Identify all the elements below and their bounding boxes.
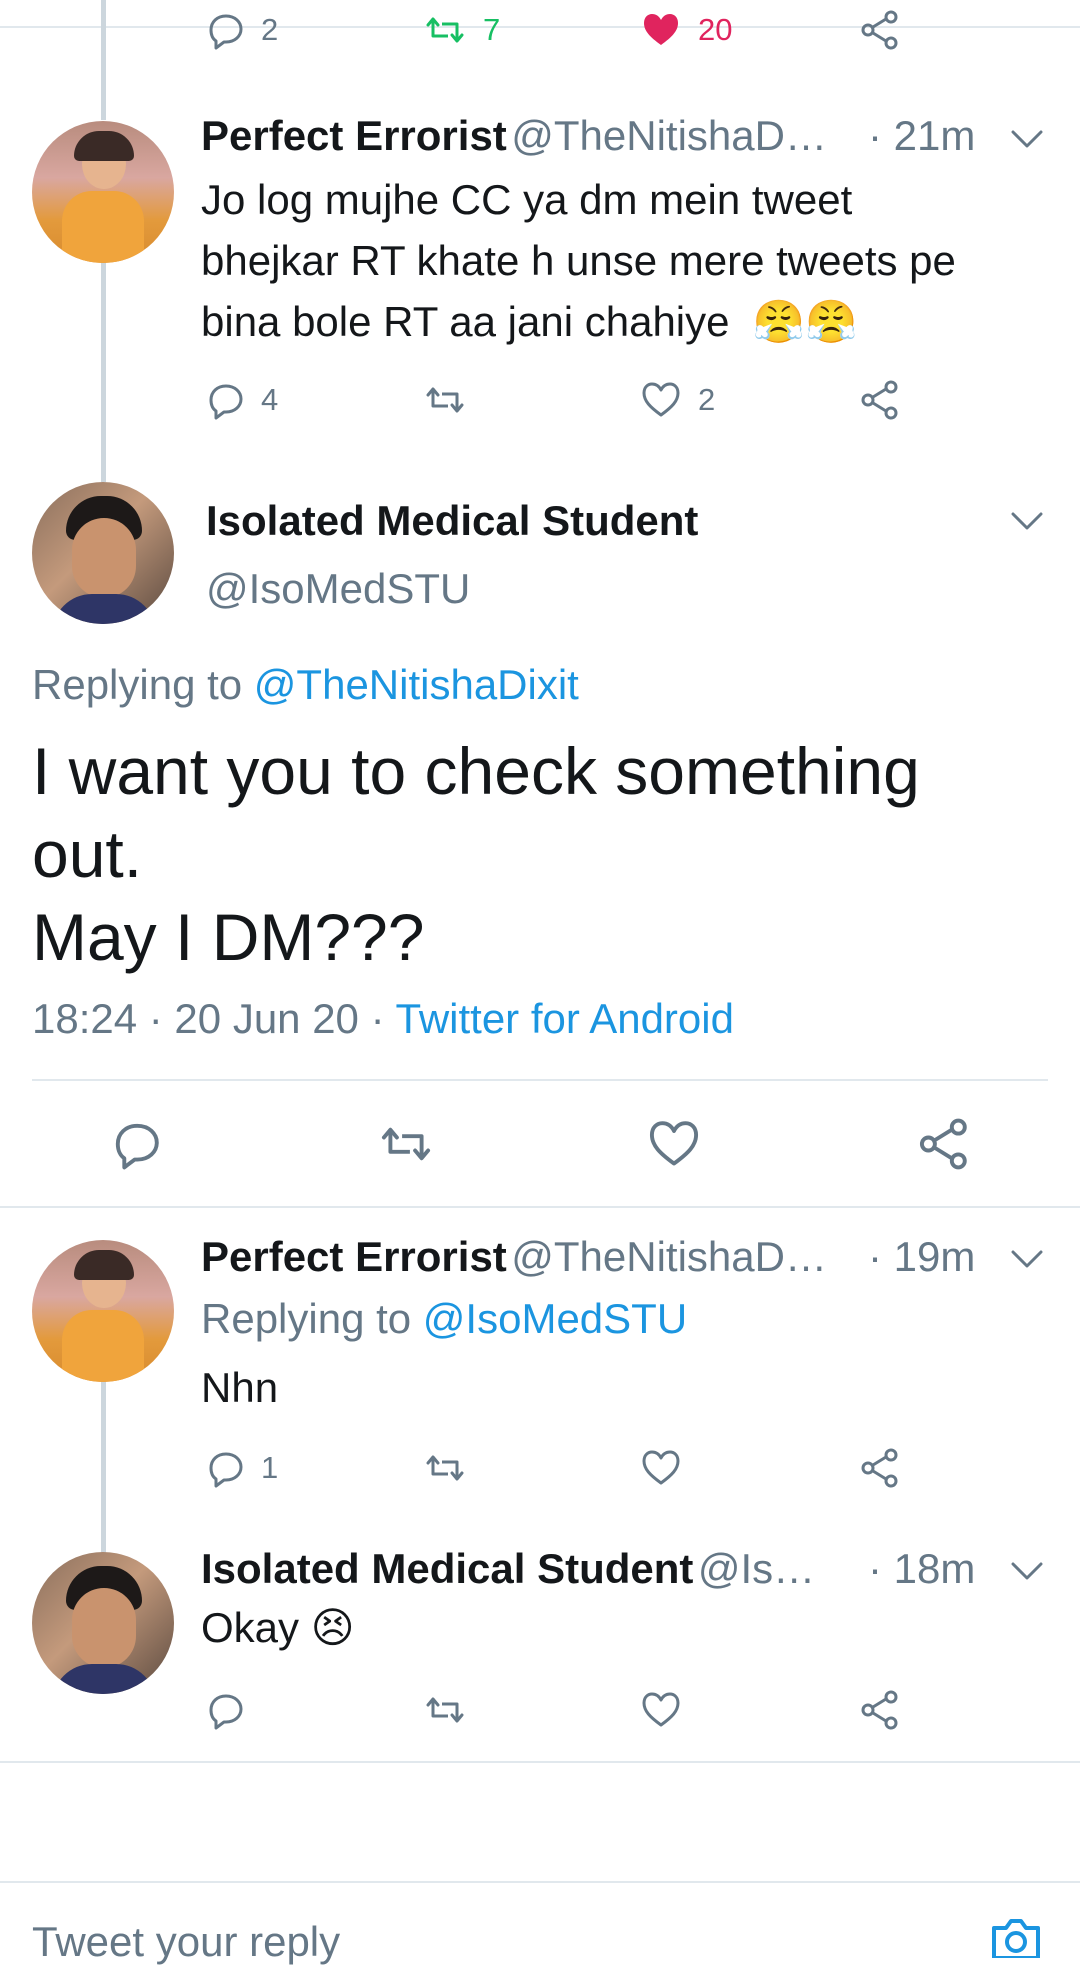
tweet-time: · 19m [868, 1233, 976, 1280]
share-icon [861, 380, 898, 420]
composer-divider [0, 1881, 1080, 1883]
share-action[interactable] [860, 1448, 900, 1488]
avatar[interactable] [32, 482, 174, 624]
thread-line [101, 0, 106, 120]
like-action[interactable] [640, 1690, 682, 1730]
reply-icon [115, 1123, 159, 1170]
camera-icon[interactable] [986, 1918, 1046, 1958]
reply-count: 4 [261, 382, 279, 417]
reply-icon [209, 384, 243, 420]
reply-icon [209, 1694, 243, 1730]
tweet-header: Isolated Medical Student @Is… [201, 1545, 815, 1593]
reply-action[interactable]: 2 [205, 10, 278, 50]
divider [32, 1079, 1048, 1081]
mention-link[interactable]: @TheNitishaDixit [254, 661, 579, 708]
like-action[interactable]: 2 [640, 380, 715, 420]
reply-action[interactable] [110, 1118, 162, 1170]
display-name[interactable]: Isolated Medical Student [206, 497, 698, 545]
like-icon [644, 14, 678, 45]
reply-input[interactable]: Tweet your reply [32, 1918, 340, 1966]
tweet-header: Perfect Errorist @TheNitishaD… [201, 112, 827, 160]
retweet-icon [426, 17, 464, 43]
timestamp: 18:24 · 20 Jun 20 · [32, 995, 396, 1042]
retweet-icon [426, 1697, 464, 1723]
tweet-text: Nhn [201, 1364, 279, 1411]
avatar[interactable] [32, 1240, 174, 1382]
reply-action[interactable]: 1 [205, 1448, 278, 1488]
user-handle[interactable]: @TheNitishaD… [511, 112, 827, 159]
replying-to: Replying to @TheNitishaDixit [32, 661, 579, 708]
retweet-count: 7 [483, 12, 501, 47]
emoji: 😤😤 [752, 298, 858, 345]
like-action[interactable]: 20 [640, 10, 732, 50]
retweet-icon [381, 1127, 431, 1161]
retweet-icon [426, 1455, 464, 1481]
avatar[interactable] [32, 121, 174, 263]
mention-link[interactable]: @IsoMedSTU [423, 1295, 687, 1342]
reply-icon [209, 1452, 243, 1488]
tweet-header: Perfect Errorist @TheNitishaD… [201, 1233, 827, 1281]
reply-count: 1 [261, 1450, 279, 1485]
display-name[interactable]: Perfect Errorist [201, 1233, 507, 1280]
tweet-meta: 18:24 · 20 Jun 20 · Twitter for Android [32, 995, 734, 1043]
like-icon [642, 1450, 680, 1485]
retweet-action[interactable] [377, 1118, 435, 1170]
top-divider [0, 26, 1080, 28]
display-name[interactable]: Perfect Errorist [201, 112, 507, 159]
user-handle[interactable]: @IsoMedSTU [206, 565, 470, 613]
retweet-action[interactable] [423, 380, 467, 420]
user-handle[interactable]: @Is… [698, 1545, 815, 1592]
emoji: 😣 [310, 1604, 355, 1651]
divider [0, 1206, 1080, 1208]
like-count: 20 [698, 12, 733, 47]
share-icon [919, 1118, 967, 1170]
chevron-down-icon[interactable] [1009, 504, 1045, 540]
tweet-text: Jo log mujhe CC ya dm mein tweet bhejkar… [201, 176, 956, 345]
reply-action[interactable]: 4 [205, 380, 278, 420]
thread-line [101, 260, 106, 482]
retweet-action[interactable] [423, 1448, 467, 1488]
thread-line [101, 1380, 106, 1554]
tweet-time: · 18m [868, 1545, 976, 1592]
share-icon [861, 1448, 898, 1488]
reply-icon [209, 14, 243, 50]
reply-count: 2 [261, 12, 279, 47]
tweet-text: I want you to check something out. May I… [32, 734, 920, 974]
share-action[interactable] [860, 1690, 900, 1730]
like-icon [642, 382, 680, 417]
reply-action[interactable] [205, 1690, 245, 1730]
chevron-down-icon[interactable] [1009, 122, 1045, 158]
like-icon [642, 1692, 680, 1727]
like-icon [649, 1121, 699, 1166]
user-handle[interactable]: @TheNitishaD… [511, 1233, 827, 1280]
avatar[interactable] [32, 1552, 174, 1694]
chevron-down-icon[interactable] [1009, 1554, 1045, 1590]
tweet-time: · 21m [868, 112, 976, 159]
retweet-icon [426, 387, 464, 413]
share-icon [861, 1690, 898, 1730]
share-action[interactable] [860, 10, 900, 50]
like-action[interactable] [648, 1118, 700, 1170]
share-icon [861, 10, 898, 50]
share-action[interactable] [918, 1118, 970, 1170]
chevron-down-icon[interactable] [1009, 1242, 1045, 1278]
replying-to: Replying to @IsoMedSTU [201, 1295, 688, 1342]
divider [0, 1761, 1080, 1763]
display-name[interactable]: Isolated Medical Student [201, 1545, 693, 1592]
tweet-text: Okay 😣 [201, 1604, 355, 1651]
retweet-action[interactable] [423, 1690, 467, 1730]
like-action[interactable] [640, 1448, 682, 1488]
like-count: 2 [698, 382, 716, 417]
source-link[interactable]: Twitter for Android [395, 995, 733, 1042]
retweet-action[interactable]: 7 [423, 10, 500, 50]
share-action[interactable] [860, 380, 900, 420]
